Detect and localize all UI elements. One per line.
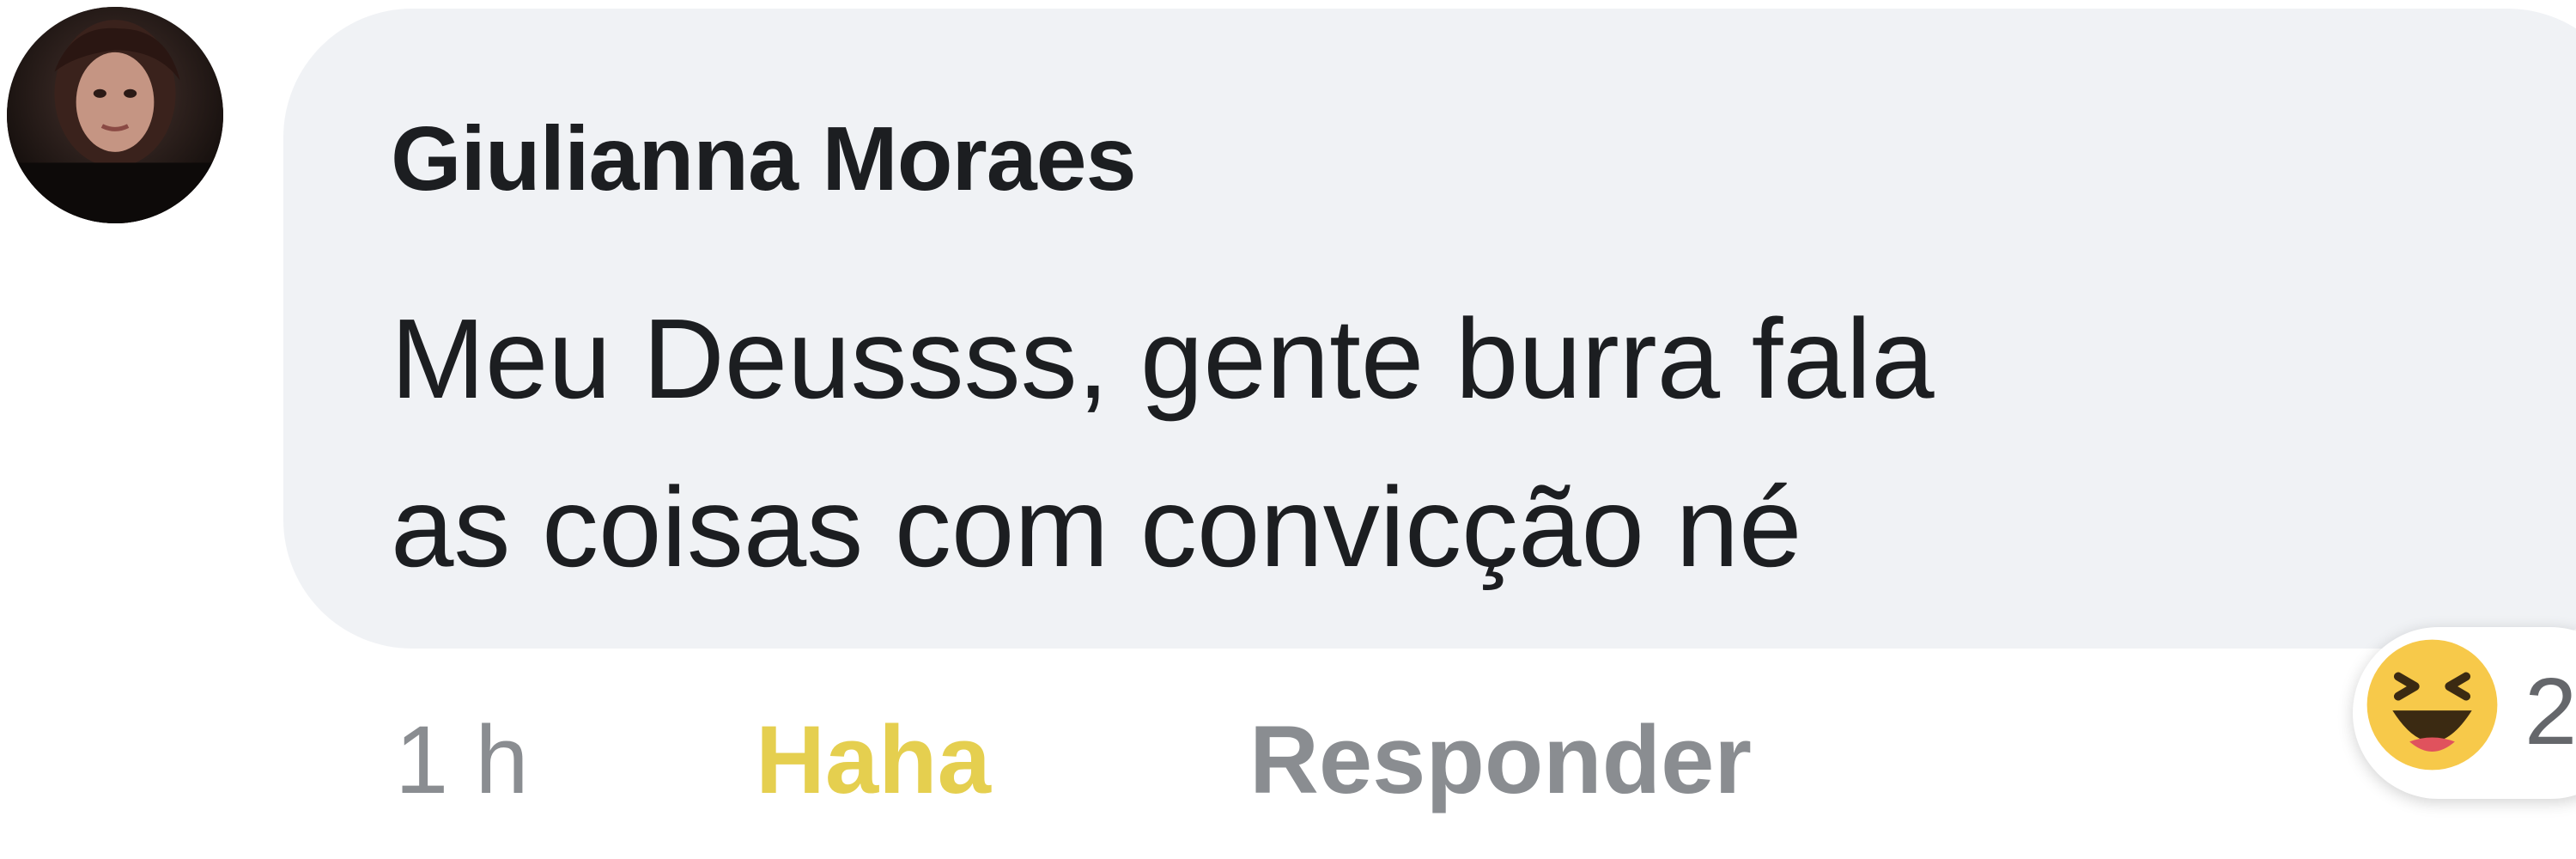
haha-reaction-button[interactable]: Haha [756,704,991,815]
profile-photo [7,7,223,223]
comment-text-line: as coisas com convicção né [391,464,1802,590]
reaction-count: 2 [2524,659,2576,765]
comment-timestamp[interactable]: 1 h [395,704,529,815]
comment-text: Meu Deussss, gente burra fala as coisas … [391,275,2537,612]
comment-author[interactable]: Giulianna Moraes [391,107,1137,211]
haha-emoji-icon [2361,634,2503,776]
reply-button[interactable]: Responder [1249,704,1752,815]
avatar[interactable] [7,7,223,223]
comment-text-line: Meu Deussss, gente burra fala [391,295,1935,422]
